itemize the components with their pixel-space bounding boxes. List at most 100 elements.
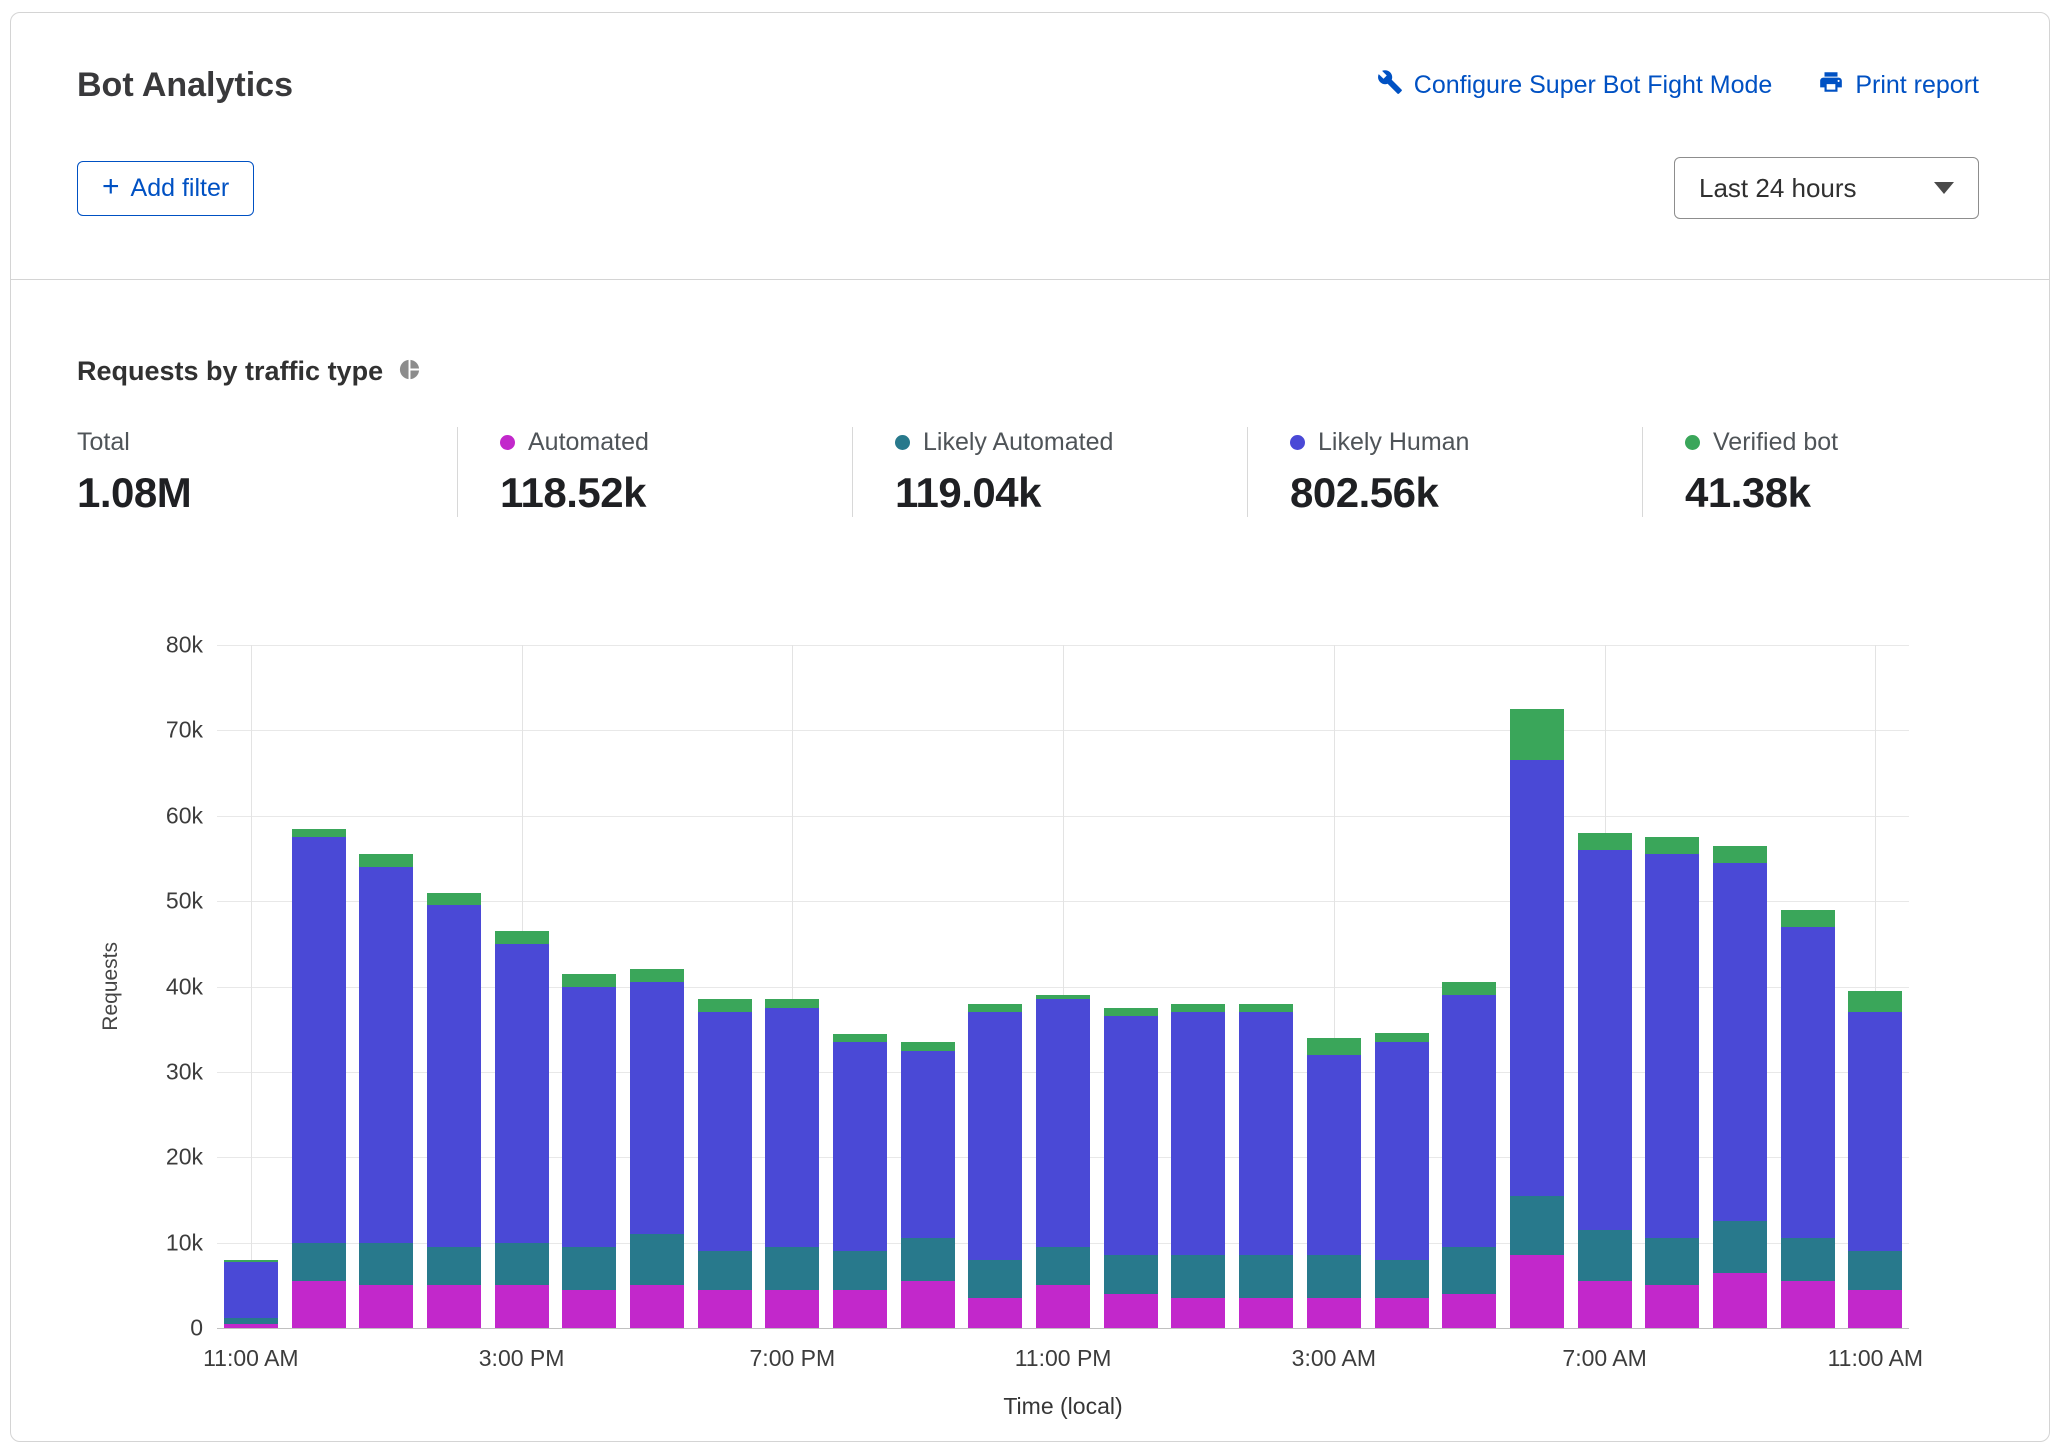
segment-automated [765, 1290, 819, 1328]
segment-likely-automated [562, 1247, 616, 1290]
chart-bar-1200AM[interactable] [1097, 645, 1165, 1328]
chart-bar-300AM[interactable] [1300, 645, 1368, 1328]
x-tick-cell [285, 1345, 353, 1379]
chart-bar-1000PM[interactable] [962, 645, 1030, 1328]
chart-bar-400AM[interactable] [1368, 645, 1436, 1328]
segment-verified-bot [1442, 982, 1496, 995]
chart-bar-900AM[interactable] [1706, 645, 1774, 1328]
chart-plot-area [217, 645, 1909, 1328]
segment-likely-human [359, 867, 413, 1243]
chart-bar-900PM[interactable] [894, 645, 962, 1328]
segment-likely-human [765, 1008, 819, 1247]
segment-likely-human [1171, 1012, 1225, 1255]
x-tick-cell [1232, 1345, 1300, 1379]
print-report-link[interactable]: Print report [1818, 69, 1979, 102]
segment-likely-automated [1645, 1238, 1699, 1285]
verified-bot-dot [1685, 435, 1700, 450]
stacked-bar [1036, 995, 1090, 1328]
chart-bar-700AM[interactable] [1571, 645, 1639, 1328]
y-tick-label: 30k [166, 1058, 203, 1085]
segment-automated [968, 1298, 1022, 1328]
segment-likely-automated [1781, 1238, 1835, 1281]
stat-total: Total 1.08M [77, 427, 457, 517]
chart-bar-800AM[interactable] [1638, 645, 1706, 1328]
segment-likely-human [968, 1012, 1022, 1260]
y-tick-label: 80k [166, 632, 203, 659]
segment-verified-bot [359, 854, 413, 867]
segment-verified-bot [630, 969, 684, 982]
segment-verified-bot [1510, 709, 1564, 760]
time-range-select[interactable]: Last 24 hours [1674, 157, 1979, 219]
segment-automated [495, 1285, 549, 1328]
stacked-bar [630, 969, 684, 1328]
chart-bar-700PM[interactable] [759, 645, 827, 1328]
print-report-label: Print report [1855, 71, 1979, 100]
segment-likely-automated [1036, 1247, 1090, 1285]
segment-verified-bot [495, 931, 549, 944]
chart-bar-400PM[interactable] [555, 645, 623, 1328]
stacked-bar [495, 931, 549, 1328]
chart-bar-500PM[interactable] [623, 645, 691, 1328]
segment-verified-bot [1781, 910, 1835, 927]
stacked-bar [359, 854, 413, 1328]
segment-automated [1442, 1294, 1496, 1328]
segment-likely-human [1713, 863, 1767, 1222]
chart-bar-200AM[interactable] [1232, 645, 1300, 1328]
chart-bar-600PM[interactable] [691, 645, 759, 1328]
chart-bar-600AM[interactable] [1503, 645, 1571, 1328]
segment-likely-automated [1578, 1230, 1632, 1281]
segment-automated [359, 1285, 413, 1328]
x-tick-cell [826, 1345, 894, 1379]
chart-bar-1200PM[interactable] [285, 645, 353, 1328]
chart-bar-200PM[interactable] [420, 645, 488, 1328]
x-tick-label: 11:00 AM [1828, 1345, 1923, 1372]
stat-verified-bot: Verified bot 41.38k [1642, 427, 2037, 517]
chart-bar-1100AM[interactable] [1842, 645, 1910, 1328]
segment-likely-human [224, 1262, 278, 1317]
segment-automated [1848, 1290, 1902, 1328]
y-tick-label: 70k [166, 717, 203, 744]
stacked-bar [427, 893, 481, 1328]
segment-likely-automated [901, 1238, 955, 1281]
add-filter-button[interactable]: + Add filter [77, 161, 254, 216]
v-gridline [251, 645, 252, 1328]
printer-icon [1818, 69, 1844, 102]
segment-likely-automated [765, 1247, 819, 1290]
pie-chart-icon [398, 358, 421, 386]
time-range-value: Last 24 hours [1699, 173, 1857, 204]
segment-verified-bot [1578, 833, 1632, 850]
chart-bar-800PM[interactable] [826, 645, 894, 1328]
h-gridline [217, 1328, 1909, 1329]
chart-bar-1100PM[interactable] [1029, 645, 1097, 1328]
chart-bar-300PM[interactable] [488, 645, 556, 1328]
segment-verified-bot [1307, 1038, 1361, 1055]
stacked-bar [1239, 1004, 1293, 1328]
plus-icon: + [102, 172, 120, 202]
chart-bar-1100AM[interactable] [217, 645, 285, 1328]
x-tick-cell [1368, 1345, 1436, 1379]
configure-sbfm-link[interactable]: Configure Super Bot Fight Mode [1377, 69, 1773, 102]
segment-automated [1171, 1298, 1225, 1328]
chart-bar-100AM[interactable] [1165, 645, 1233, 1328]
segment-automated [1239, 1298, 1293, 1328]
x-tick-label: 7:00 PM [750, 1345, 836, 1372]
stacked-bar [1848, 991, 1902, 1328]
stat-verified-bot-value: 41.38k [1685, 469, 2037, 517]
stat-total-value: 1.08M [77, 469, 457, 517]
segment-likely-automated [968, 1260, 1022, 1298]
x-tick-cell [1706, 1345, 1774, 1379]
stacked-bar [1171, 1004, 1225, 1328]
chart-bar-1000AM[interactable] [1774, 645, 1842, 1328]
stat-automated: Automated 118.52k [457, 427, 852, 517]
segment-likely-automated [698, 1251, 752, 1289]
chart-bar-100PM[interactable] [352, 645, 420, 1328]
x-axis-label: Time (local) [217, 1393, 1909, 1420]
segment-likely-human [1104, 1016, 1158, 1255]
requests-section: Requests by traffic type Total 1.08M Aut… [11, 280, 2049, 1442]
segment-likely-automated [833, 1251, 887, 1289]
chart-bar-500AM[interactable] [1435, 645, 1503, 1328]
segment-likely-human [562, 987, 616, 1247]
segment-likely-automated [1239, 1255, 1293, 1298]
stacked-bar [292, 829, 346, 1328]
x-tick-cell: 3:00 AM [1300, 1345, 1368, 1379]
